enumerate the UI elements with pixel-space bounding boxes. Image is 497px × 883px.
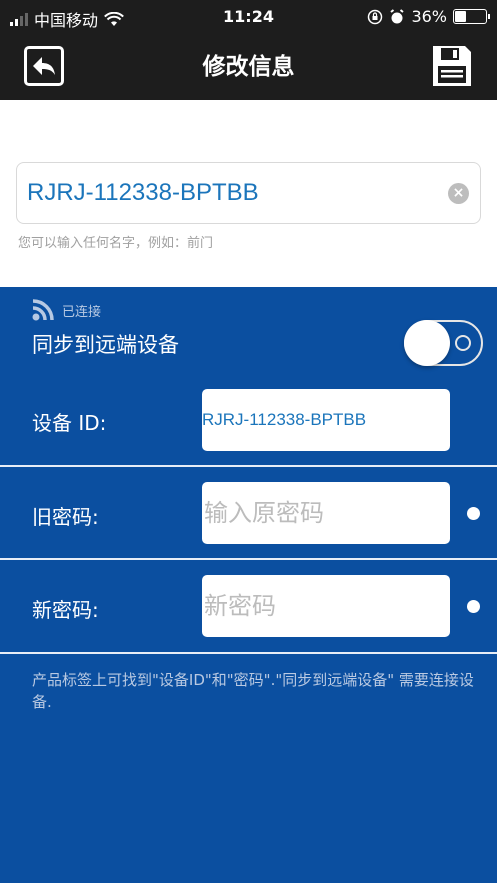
battery-percent: 36% bbox=[411, 7, 447, 26]
toggle-off-indicator-icon bbox=[455, 335, 471, 351]
floppy-disk-save-icon bbox=[433, 46, 471, 86]
divider bbox=[0, 652, 497, 654]
connection-status-icon bbox=[32, 299, 54, 321]
old-password-input[interactable] bbox=[202, 482, 450, 544]
sync-panel: 已连接 同步到远端设备 设备 ID: 旧密码: 新密码: 产品标签上可找到"设备… bbox=[0, 287, 497, 883]
page-title: 修改信息 bbox=[202, 54, 295, 80]
save-button[interactable] bbox=[431, 44, 473, 88]
rotation-lock-icon bbox=[368, 9, 383, 24]
clear-icon[interactable]: × bbox=[448, 183, 469, 204]
device-id-label: 设备 ID: bbox=[32, 411, 107, 435]
device-name-field[interactable]: × bbox=[16, 162, 481, 224]
sync-label: 同步到远端设备 bbox=[32, 333, 179, 357]
new-password-indicator-icon bbox=[467, 600, 480, 613]
divider bbox=[0, 465, 497, 467]
status-right: 36% bbox=[367, 7, 490, 26]
device-id-input[interactable] bbox=[202, 389, 450, 451]
divider bbox=[0, 558, 497, 560]
alarm-clock-icon bbox=[390, 8, 405, 23]
sync-toggle[interactable] bbox=[404, 320, 483, 366]
toggle-knob bbox=[404, 320, 450, 366]
old-password-indicator-icon bbox=[467, 507, 480, 520]
device-name-hint: 您可以输入任何名字，例如：前门 bbox=[18, 236, 214, 251]
device-name-input[interactable] bbox=[27, 163, 427, 223]
battery-fill bbox=[455, 11, 466, 22]
connection-status: 已连接 bbox=[62, 305, 102, 320]
old-password-label: 旧密码: bbox=[32, 505, 99, 529]
header-bar: 修改信息 bbox=[0, 34, 497, 100]
new-password-input[interactable] bbox=[202, 575, 450, 637]
help-note: 产品标签上可找到"设备ID"和"密码"."同步到远端设备" 需要连接设备. bbox=[32, 671, 474, 711]
battery-icon bbox=[453, 9, 490, 24]
new-password-label: 新密码: bbox=[32, 598, 99, 622]
status-bar: 中国移动 11:24 36% bbox=[0, 0, 497, 34]
